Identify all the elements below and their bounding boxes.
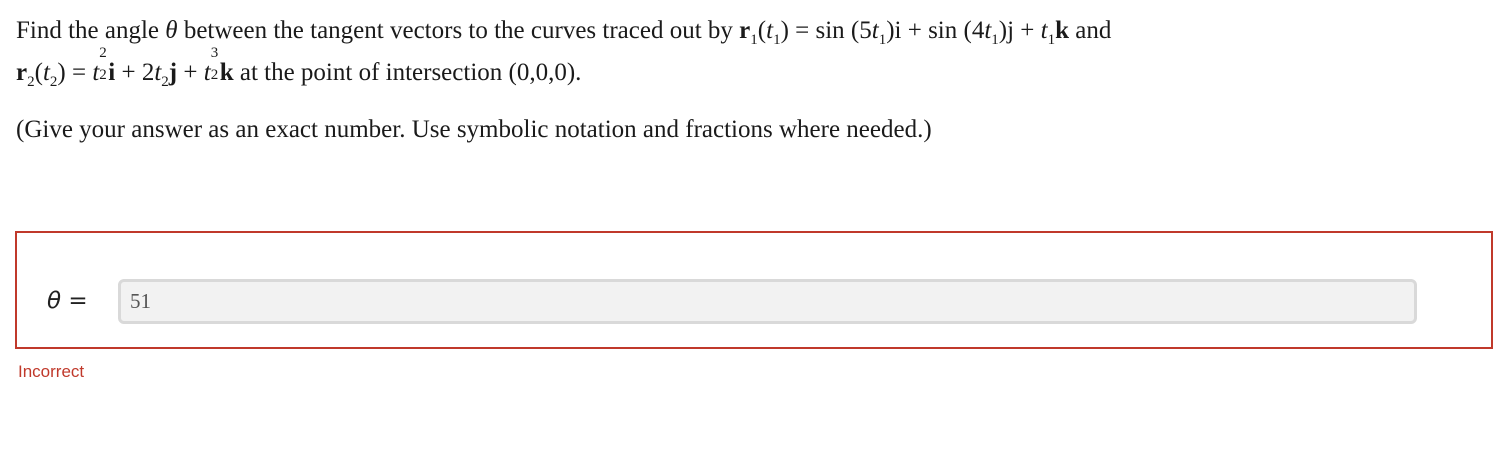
question-tail: at the point of intersection (0,0,0). — [239, 59, 582, 86]
question-line-1: Find the angle θ between the tangent vec… — [16, 10, 1496, 52]
question-intro: Find the angle — [16, 17, 160, 44]
answer-input[interactable] — [118, 279, 1417, 324]
answer-instructions: (Give your answer as an exact number. Us… — [16, 116, 932, 143]
question-line-2: r2(t2) = t22i + 2t2j + t32k at the point… — [16, 45, 1496, 94]
curve-r1-equation: r1(t1) = sin (5t1)i + sin (4t1)j + t1k — [739, 17, 1070, 48]
answer-label-theta: θ — [47, 288, 62, 314]
curve-r2-equation: r2(t2) = t22i + 2t2j + t32k — [16, 45, 234, 90]
theta-symbol: θ — [165, 17, 178, 44]
question-mid: between the tangent vectors to the curve… — [183, 17, 733, 44]
status-incorrect: Incorrect — [18, 362, 85, 381]
question-and: and — [1075, 17, 1112, 44]
answer-label: θ = — [47, 286, 88, 316]
answer-label-equals: = — [68, 288, 88, 314]
question-text: Find the angle θ between the tangent vec… — [16, 10, 1496, 94]
